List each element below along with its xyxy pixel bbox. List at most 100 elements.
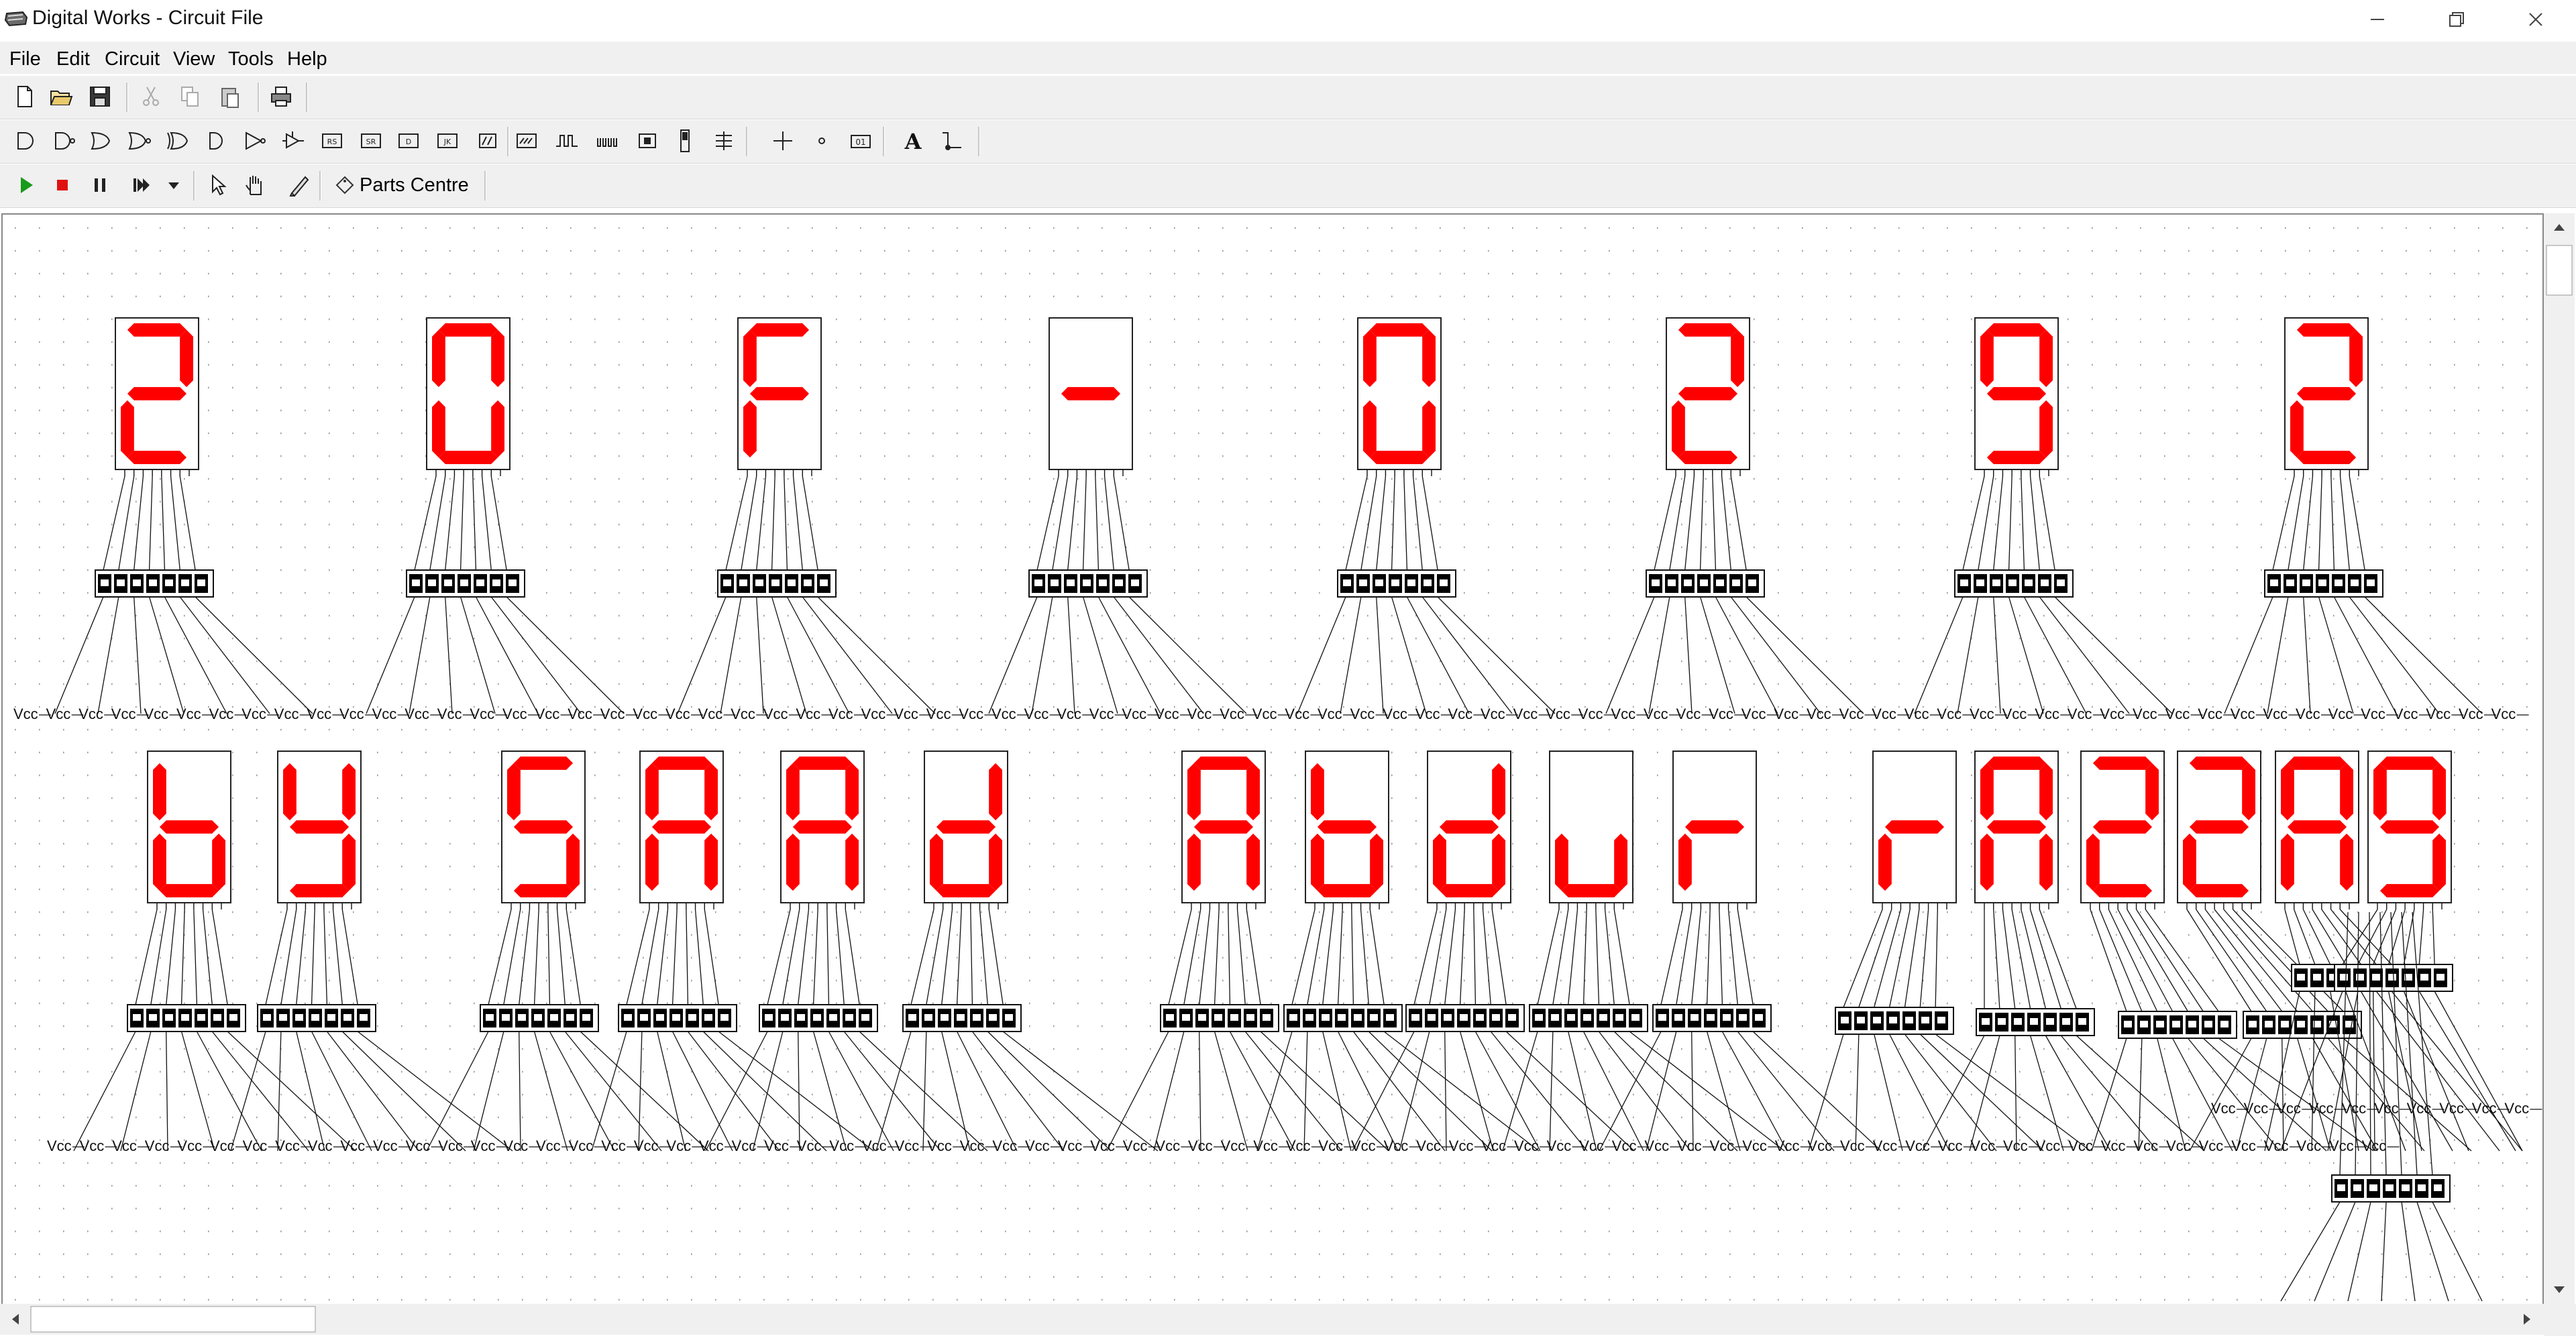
row2-display-4[interactable] [780,750,865,909]
menu-file[interactable]: File [5,46,45,73]
jk-flipflop-button[interactable]: JK [431,124,464,158]
row2-display-0[interactable] [147,750,231,909]
restore-button[interactable] [2411,0,2502,39]
seven-segment-button[interactable] [805,124,839,158]
row2-display-6[interactable] [1181,750,1266,909]
led-button[interactable] [766,124,800,158]
row1-switch-bank-0[interactable] [95,569,214,598]
sr-flipflop-button[interactable]: SR [354,124,388,158]
row2-switch-bank-9[interactable] [1529,1004,1648,1032]
row2-display-10[interactable] [1672,750,1757,909]
hand-button[interactable] [239,168,272,202]
row1-display-7[interactable] [2284,317,2369,476]
row2-switch-bank-7[interactable] [1283,1004,1403,1032]
and-gate-button[interactable] [8,124,42,158]
vertical-scrollbar[interactable] [2544,213,2575,1305]
scroll-up-icon[interactable] [2554,224,2565,231]
row2-display-9[interactable] [1549,750,1633,909]
select-arrow-button[interactable] [201,168,235,202]
copy-button[interactable] [173,80,207,113]
close-button[interactable] [2490,0,2576,39]
sequence-generator-button[interactable] [550,124,584,158]
row2-switch-bank-13[interactable] [2118,1011,2237,1039]
macro-button[interactable] [471,124,504,158]
stop-button[interactable] [46,168,79,202]
minimize-button[interactable] [2332,0,2423,39]
row1-switch-bank-3[interactable] [1028,569,1148,598]
new-file-button[interactable] [8,80,42,113]
d-flipflop-button[interactable]: D [392,124,425,158]
vcc-button[interactable] [707,124,741,158]
row2-switch-bank-6[interactable] [1160,1004,1279,1032]
menu-circuit[interactable]: Circuit [101,46,164,73]
step-button[interactable] [125,168,158,202]
row2-switch-bank-3[interactable] [618,1004,737,1032]
text-button[interactable]: A [896,124,930,158]
tristate-button[interactable] [276,124,310,158]
horizontal-scrollbar[interactable] [0,1304,2544,1335]
row1-switch-bank-7[interactable] [2264,569,2383,598]
clock-button[interactable] [510,124,543,158]
cut-button[interactable] [134,80,168,113]
paste-button[interactable] [213,80,247,113]
row2-switch-bank-11[interactable] [1835,1007,1954,1035]
row2-display-16[interactable] [2367,750,2452,909]
or-gate-button[interactable] [83,124,117,158]
vertical-scroll-thumb[interactable] [2546,245,2573,296]
row2-display-14[interactable] [2177,750,2261,909]
row1-switch-bank-2[interactable] [717,569,837,598]
row1-display-3[interactable] [1049,317,1133,476]
row2-switch-bank-4[interactable] [759,1004,878,1032]
row2-display-12[interactable] [1974,750,2059,909]
row2-display-5[interactable] [924,750,1008,909]
row2-switch-bank-5[interactable] [902,1004,1022,1032]
wire-button[interactable] [935,124,969,158]
row2-switch-bank-0[interactable] [127,1004,246,1032]
row2-switch-bank-14[interactable] [2243,1011,2362,1039]
open-folder-button[interactable] [44,80,78,113]
row2-display-7[interactable] [1305,750,1389,909]
circuit-canvas[interactable]: Vcc Vcc Vcc Vcc Vcc Vcc Vcc Vcc Vcc Vcc Vcc Vcc Vcc V… [1,213,2544,1305]
probe-pen-button[interactable] [282,168,315,202]
row1-display-6[interactable] [1974,317,2059,476]
row2-switch-bank-10[interactable] [1652,1004,1772,1032]
row1-switch-bank-6[interactable] [1954,569,2074,598]
ground-button[interactable] [668,124,702,158]
row2-display-15[interactable] [2275,750,2359,909]
parts-centre-button[interactable]: Parts Centre [334,168,469,202]
inverter-button[interactable] [237,124,271,158]
row2-display-13[interactable] [2080,750,2165,909]
row2-switch-bank-1[interactable] [257,1004,376,1032]
menu-help[interactable]: Help [283,46,331,73]
row2-switch-bank-2[interactable] [480,1004,599,1032]
display-button[interactable] [631,124,664,158]
scroll-left-icon[interactable] [12,1314,19,1325]
nor-gate-button[interactable] [122,124,156,158]
menu-edit[interactable]: Edit [52,46,94,73]
scroll-down-icon[interactable] [2554,1286,2565,1293]
row2-display-1[interactable] [277,750,362,909]
row2-switch-bank-17[interactable] [2331,1174,2451,1203]
switch-button[interactable] [590,124,624,158]
row1-switch-bank-1[interactable] [406,569,525,598]
row1-display-0[interactable] [115,317,199,476]
binary-counter-button[interactable]: 01 [844,124,877,158]
row2-display-11[interactable] [1872,750,1957,909]
row2-switch-bank-8[interactable] [1405,1004,1525,1032]
print-button[interactable] [264,80,298,113]
nand-gate-button[interactable] [47,124,80,158]
row1-display-1[interactable] [426,317,511,476]
play-button[interactable] [9,168,43,202]
save-button[interactable] [83,80,117,113]
row1-display-2[interactable] [737,317,822,476]
row1-switch-bank-4[interactable] [1337,569,1456,598]
row2-display-8[interactable] [1427,750,1511,909]
row2-switch-bank-12[interactable] [1976,1008,2095,1036]
scroll-right-icon[interactable] [2524,1314,2530,1325]
row1-switch-bank-5[interactable] [1646,569,1765,598]
row2-display-2[interactable] [501,750,586,909]
rs-flipflop-button[interactable]: RS [315,124,349,158]
xor-gate-button[interactable] [161,124,195,158]
dropdown-arrow-button[interactable] [157,168,191,202]
row2-display-3[interactable] [639,750,724,909]
